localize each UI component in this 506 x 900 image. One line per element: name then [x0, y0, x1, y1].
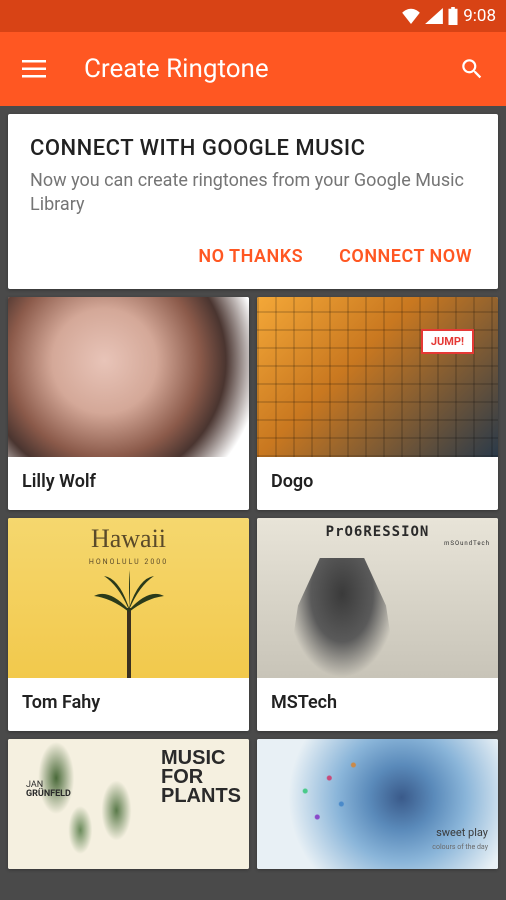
album-grid-row-partial: JAN GRÜNFELD MUSICFORPLANTS sweet play c…	[8, 739, 498, 869]
album-art-text: JUMP!	[421, 329, 474, 354]
battery-icon	[447, 7, 459, 25]
album-card-sweet-play[interactable]: sweet play colours of the day	[257, 739, 498, 869]
search-button[interactable]	[458, 55, 486, 83]
album-art-subtext: HONOLULU 2000	[8, 558, 249, 566]
album-card-lilly-wolf[interactable]: Lilly Wolf	[8, 297, 249, 510]
album-art-text: Hawaii	[8, 524, 249, 554]
album-art-author: JAN GRÜNFELD	[26, 781, 71, 801]
album-art: JUMP!	[257, 297, 498, 457]
album-card-mstech[interactable]: PrO6RESSION mSOundTech MSTech	[257, 518, 498, 731]
album-art: JAN GRÜNFELD MUSICFORPLANTS	[8, 739, 249, 869]
album-art-text: MUSICFORPLANTS	[161, 749, 241, 806]
search-icon	[459, 56, 485, 82]
album-art: Hawaii HONOLULU 2000	[8, 518, 249, 678]
album-card-tom-fahy[interactable]: Hawaii HONOLULU 2000 Tom Fahy	[8, 518, 249, 731]
promo-actions: NO THANKS CONNECT NOW	[30, 240, 476, 273]
album-grid: Lilly Wolf JUMP! Dogo Hawaii HONOLULU 20…	[8, 297, 498, 731]
album-title: Tom Fahy	[8, 678, 249, 731]
album-art-text: sweet play	[436, 826, 488, 839]
connect-now-button[interactable]: CONNECT NOW	[335, 240, 476, 273]
signal-icon	[425, 8, 443, 24]
album-art: sweet play colours of the day	[257, 739, 498, 869]
album-title: Dogo	[257, 457, 498, 510]
app-bar: Create Ringtone	[0, 32, 506, 106]
album-art-subtext: mSOundTech	[444, 540, 490, 547]
status-bar: 9:08	[0, 0, 506, 32]
album-art	[8, 297, 249, 457]
promo-description: Now you can create ringtones from your G…	[30, 169, 476, 218]
palm-icon	[89, 568, 169, 678]
no-thanks-button[interactable]: NO THANKS	[194, 240, 307, 273]
album-art-text: PrO6RESSION	[257, 524, 498, 540]
album-title: MSTech	[257, 678, 498, 731]
main-content: CONNECT WITH GOOGLE MUSIC Now you can cr…	[0, 106, 506, 877]
figure-silhouette	[287, 558, 397, 678]
status-time: 9:08	[463, 6, 496, 26]
wifi-icon	[401, 8, 421, 24]
album-art: PrO6RESSION mSOundTech	[257, 518, 498, 678]
album-art-subtext: colours of the day	[432, 843, 488, 851]
promo-title: CONNECT WITH GOOGLE MUSIC	[30, 136, 476, 161]
album-title: Lilly Wolf	[8, 457, 249, 510]
promo-card: CONNECT WITH GOOGLE MUSIC Now you can cr…	[8, 114, 498, 289]
page-title: Create Ringtone	[84, 54, 422, 84]
album-card-jan-grunfeld[interactable]: JAN GRÜNFELD MUSICFORPLANTS	[8, 739, 249, 869]
menu-button[interactable]	[20, 55, 48, 83]
author-last: GRÜNFELD	[26, 789, 71, 799]
hamburger-icon	[22, 60, 46, 78]
album-card-dogo[interactable]: JUMP! Dogo	[257, 297, 498, 510]
